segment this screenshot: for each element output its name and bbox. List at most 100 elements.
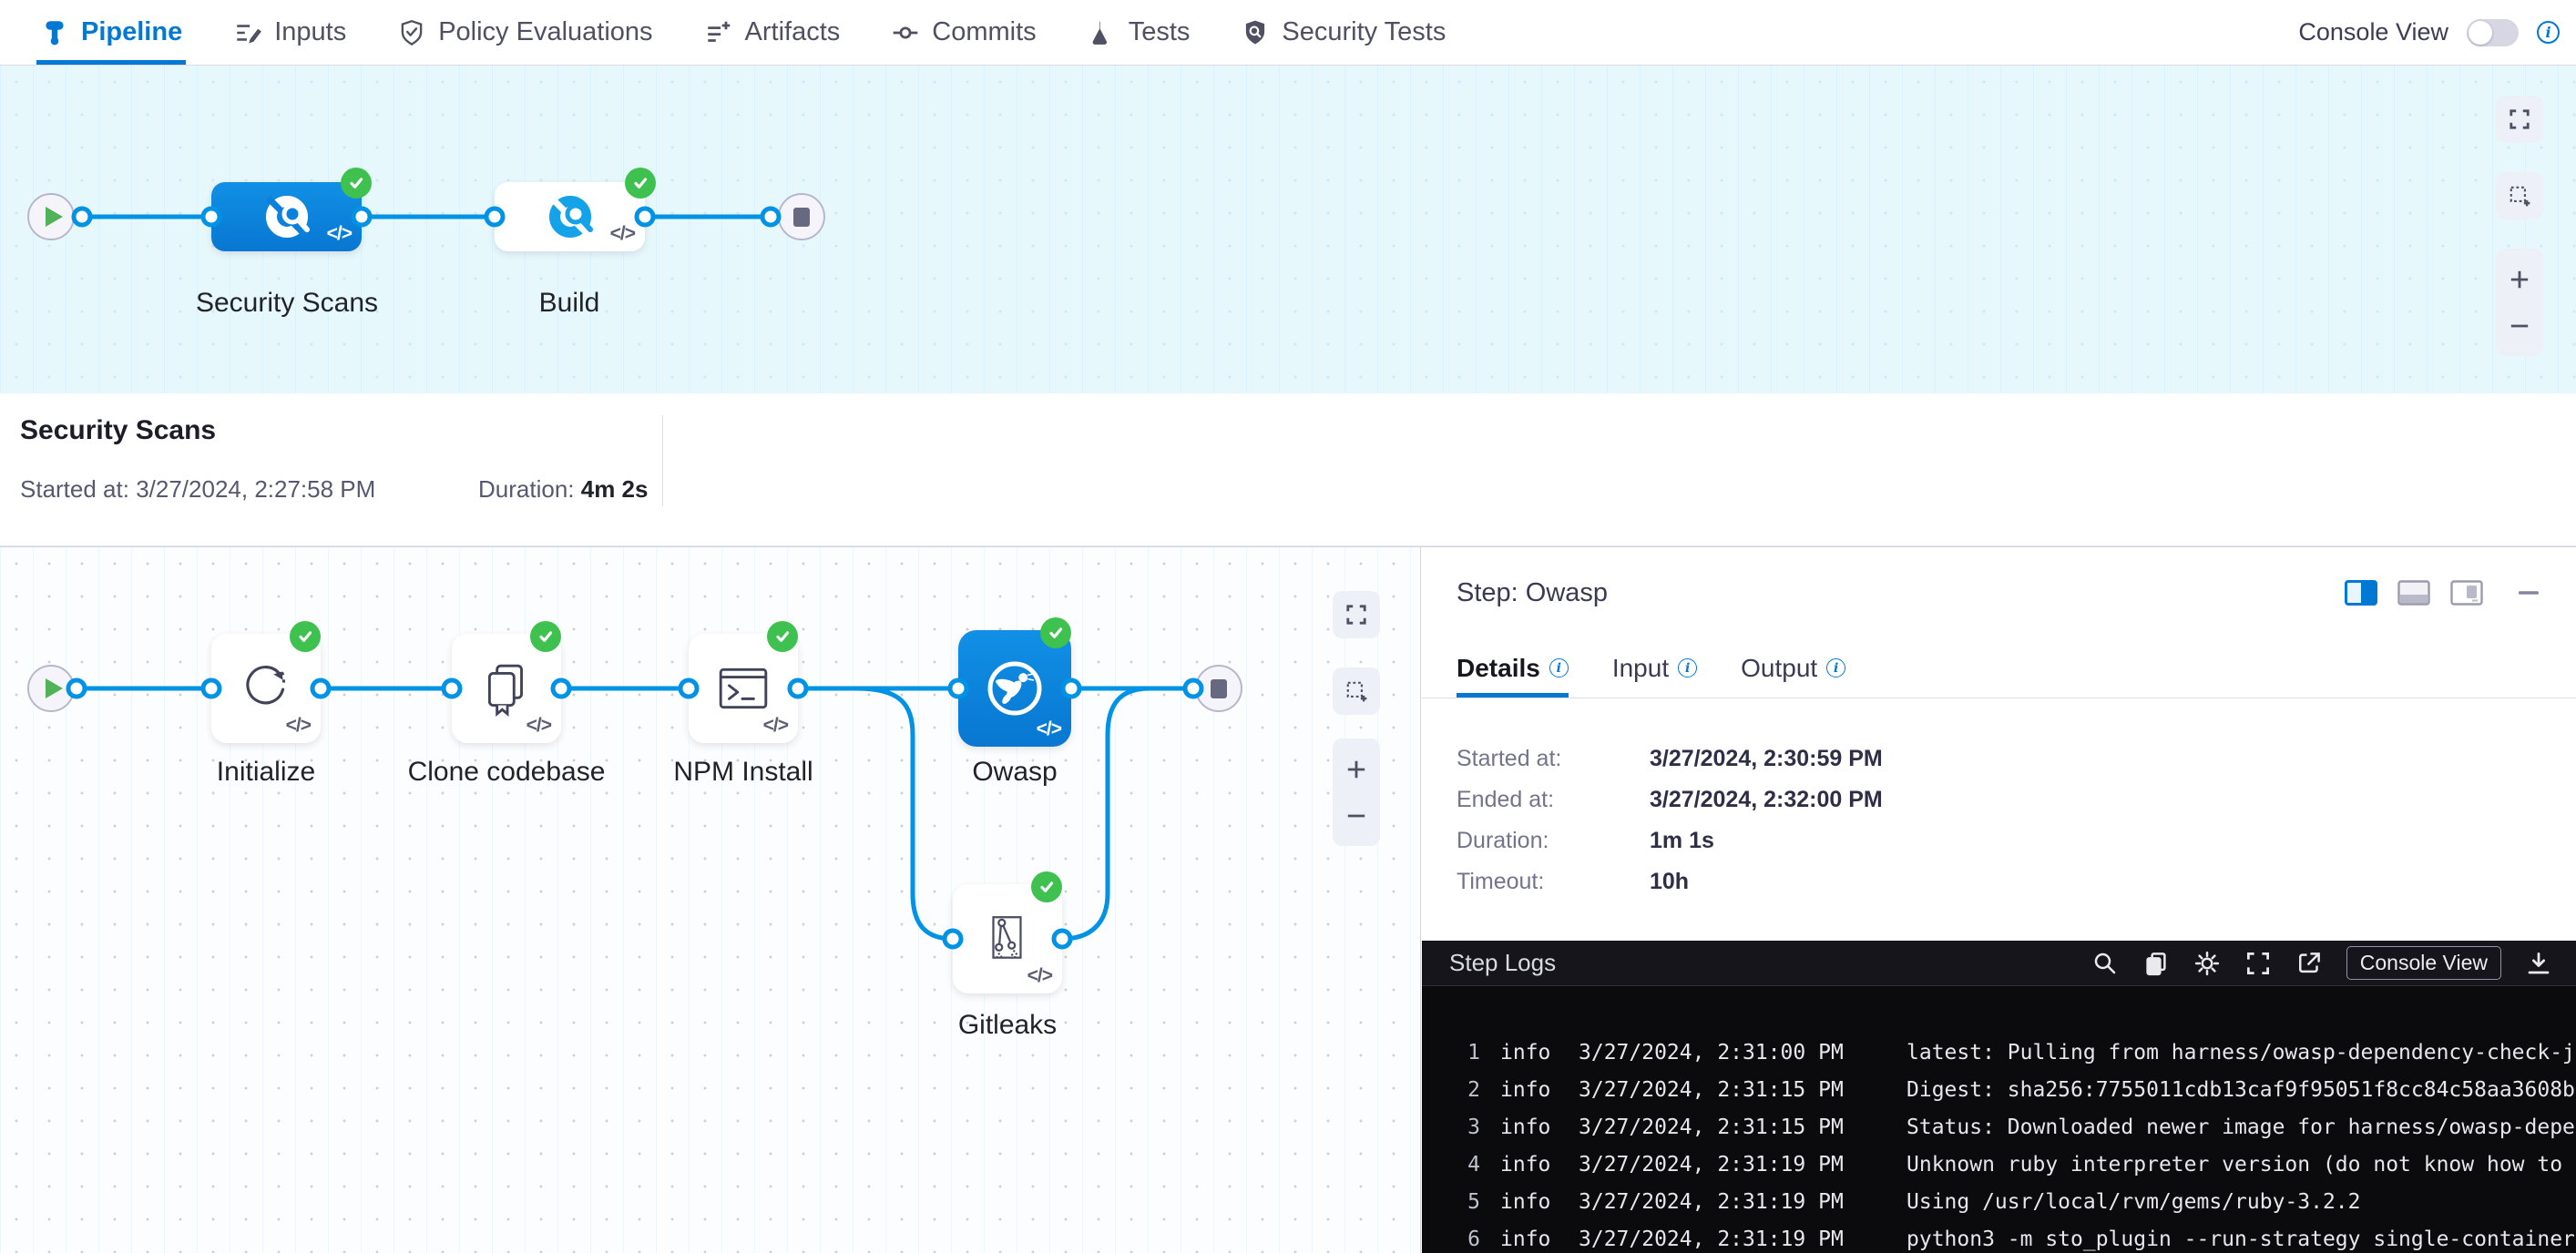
stage-card-build[interactable]: </> (495, 182, 645, 251)
log-level: info (1500, 1078, 1551, 1102)
artifacts-icon (704, 18, 733, 47)
tab-output[interactable]: Output i (1741, 638, 1845, 698)
security-tests-icon (1241, 18, 1270, 47)
zoom-out-button[interactable] (1343, 802, 1370, 830)
execution-tabs: Pipeline Inputs Policy Evaluations (36, 0, 1449, 65)
console-view-info-icon[interactable]: i (2537, 21, 2560, 44)
detail-label: Timeout: (1457, 869, 1650, 895)
stage-label: Build (424, 288, 715, 319)
detail-row-duration: Duration: 1m 1s (1457, 820, 2541, 861)
top-navigation: Pipeline Inputs Policy Evaluations (0, 0, 2576, 66)
log-line: 5 info 3/27/2024, 2:31:19 PM Using /usr/… (1449, 1183, 2576, 1220)
started-label: Started at: (20, 475, 129, 503)
open-in-new-icon[interactable] (2295, 950, 2323, 977)
divider (662, 415, 663, 506)
stage-label: Security Scans (141, 288, 433, 319)
step-logs-header: Step Logs (1422, 941, 2576, 986)
clone-codebase-icon (478, 660, 535, 717)
zoom-in-button[interactable] (2506, 266, 2533, 293)
zoom-in-button[interactable] (1343, 756, 1370, 783)
details-info-icon[interactable]: i (1549, 658, 1569, 677)
fit-to-screen-button[interactable] (2496, 96, 2543, 143)
console-view-label: Console View (2298, 18, 2448, 46)
tab-details[interactable]: Details i (1457, 638, 1569, 698)
zoom-out-button[interactable] (2506, 312, 2533, 340)
tab-label: Pipeline (81, 17, 182, 47)
output-info-icon[interactable]: i (1826, 658, 1845, 677)
panel-layout-controls (2345, 580, 2541, 606)
log-line-number: 2 (1449, 1078, 1480, 1102)
download-icon[interactable] (2525, 950, 2552, 977)
ci-stage-icon (540, 187, 600, 247)
tab-label: Tests (1129, 17, 1191, 47)
layout-split-bottom-icon[interactable] (2397, 580, 2430, 606)
success-badge (625, 168, 656, 199)
step-start-node (27, 665, 75, 712)
nav-right-controls: Console View i (2298, 0, 2576, 65)
stage-canvas-controls (2496, 96, 2543, 356)
duration-label: Duration: (478, 475, 575, 503)
stage-duration: Duration: 4m 2s (478, 475, 648, 504)
step-logs-panel: Step Logs (1422, 941, 2576, 1253)
log-level: info (1500, 1115, 1551, 1139)
stop-icon (793, 208, 810, 227)
step-logs-title: Step Logs (1449, 949, 1556, 977)
detail-value: 10h (1650, 869, 1689, 895)
success-badge (341, 168, 372, 199)
collapse-panel-icon[interactable] (2516, 580, 2541, 606)
tab-label: Details (1457, 654, 1540, 683)
marquee-select-button[interactable] (1333, 667, 1380, 715)
tab-security-tests[interactable]: Security Tests (1237, 0, 1449, 65)
tests-icon (1088, 18, 1117, 47)
log-line-number: 1 (1449, 1041, 1480, 1065)
inputs-icon (233, 18, 262, 47)
log-line-number: 5 (1449, 1190, 1480, 1214)
tab-tests[interactable]: Tests (1084, 0, 1194, 65)
success-badge (1031, 871, 1062, 902)
play-icon (46, 678, 63, 698)
search-icon[interactable] (2091, 950, 2119, 977)
layout-split-right-icon[interactable] (2345, 580, 2377, 606)
npm-install-icon (715, 660, 772, 717)
commits-icon (891, 18, 920, 47)
tab-artifacts[interactable]: Artifacts (700, 0, 844, 65)
tab-input[interactable]: Input i (1612, 638, 1697, 698)
code-badge: </> (286, 715, 311, 737)
input-info-icon[interactable]: i (1678, 658, 1697, 677)
fullscreen-icon[interactable] (2244, 950, 2272, 977)
log-timestamp: 3/27/2024, 2:31:19 PM (1579, 1190, 1848, 1214)
stage-started-at: Started at: 3/27/2024, 2:27:58 PM (20, 475, 375, 504)
tab-label: Input (1612, 654, 1669, 683)
layout-floating-icon[interactable] (2450, 580, 2483, 606)
log-line: 2 info 3/27/2024, 2:31:15 PM Digest: sha… (1449, 1071, 2576, 1108)
code-badge: </> (327, 223, 352, 245)
marquee-select-button[interactable] (2496, 172, 2543, 219)
code-badge: </> (610, 223, 635, 245)
tab-commits[interactable]: Commits (887, 0, 1039, 65)
console-view-button[interactable]: Console View (2346, 946, 2501, 980)
detail-label: Ended at: (1457, 787, 1650, 813)
zoom-controls (2496, 249, 2543, 356)
step-label: Gitleaks (862, 1010, 1153, 1041)
detail-value: 1m 1s (1650, 828, 1714, 854)
log-level: info (1500, 1190, 1551, 1214)
initialize-icon (238, 660, 294, 717)
log-line-number: 4 (1449, 1153, 1480, 1177)
tab-inputs[interactable]: Inputs (230, 0, 350, 65)
stage-info-title: Security Scans (20, 415, 216, 446)
code-badge: </> (1027, 965, 1052, 987)
tab-pipeline[interactable]: Pipeline (36, 0, 186, 65)
log-level: info (1500, 1153, 1551, 1177)
step-graph-canvas: </> Initialize </> Clone codebase (0, 547, 1421, 1253)
fit-to-screen-button[interactable] (1333, 591, 1380, 638)
log-timestamp: 3/27/2024, 2:31:19 PM (1579, 1228, 1848, 1251)
stage-graph-canvas: </> Security Scans </> Build (0, 66, 2576, 393)
settings-gear-icon[interactable] (2193, 950, 2221, 977)
tab-policy-evaluations[interactable]: Policy Evaluations (394, 0, 656, 65)
log-message: Status: Downloaded newer image for harne… (1906, 1115, 2576, 1139)
copy-icon[interactable] (2142, 950, 2170, 977)
policy-evaluations-icon (397, 18, 426, 47)
stage-card-security-scans[interactable]: </> (211, 182, 362, 251)
gitleaks-icon (979, 911, 1036, 967)
console-view-toggle[interactable] (2467, 19, 2519, 46)
